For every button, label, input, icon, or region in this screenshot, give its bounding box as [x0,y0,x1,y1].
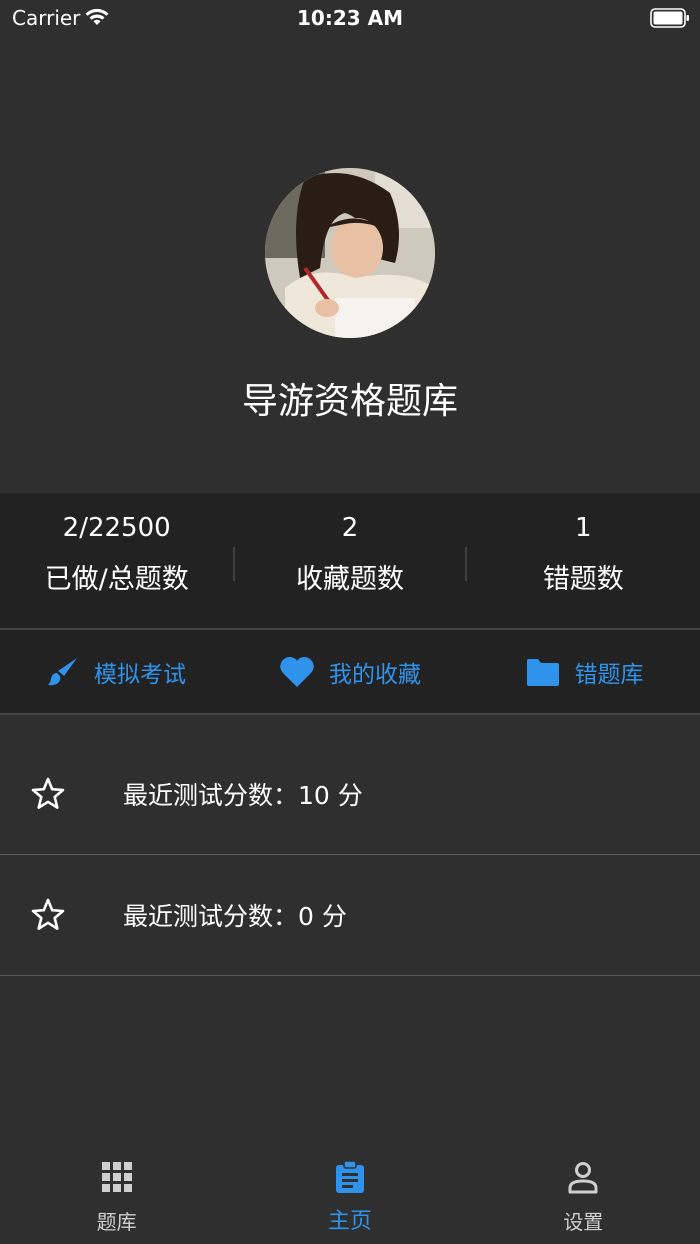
heart-icon [280,656,314,687]
tab-home[interactable]: 主页 [233,1150,466,1244]
grid-icon [101,1162,132,1192]
stat-label: 收藏题数 [295,564,404,595]
mock-exam-label: 模拟考试 [94,661,186,688]
star-icon [31,777,65,809]
stat-value: 1 [575,513,592,543]
avatar[interactable] [265,168,435,338]
stat-label: 已做/总题数 [44,564,189,595]
action-bar: 模拟考试 我的收藏 错题库 [0,630,700,713]
brush-icon [48,657,77,685]
folder-icon [526,658,559,686]
score-text: 最近测试分数：0 分 [123,902,347,931]
my-favorites-label: 我的收藏 [329,661,421,688]
score-text: 最近测试分数：10 分 [123,781,363,810]
stat-value: 2 [341,513,359,543]
status-bar: Carrier 10:23 AM [0,0,700,40]
avatar-photo [265,168,435,338]
clipboard-icon [335,1160,364,1193]
mock-exam-button[interactable]: 模拟考试 [0,630,232,713]
star-icon [31,898,65,930]
stat-value: 2/22500 [62,513,171,543]
stat-wrong[interactable]: 1 错题数 [467,493,700,628]
wrong-questions-button[interactable]: 错题库 [468,630,700,713]
stat-favorites[interactable]: 2 收藏题数 [233,493,467,628]
tab-settings[interactable]: 设置 [467,1150,700,1244]
person-icon [568,1162,598,1194]
my-favorites-button[interactable]: 我的收藏 [234,630,466,713]
app-title: 导游资格题库 [241,381,458,422]
wrong-questions-label: 错题库 [574,661,644,688]
screen: Carrier 10:23 AM 导游资格题库 2/22500 已做/总题数 2… [0,0,700,1244]
stats-panel: 2/22500 已做/总题数 2 收藏题数 1 错题数 [0,493,700,628]
tab-question-bank[interactable]: 题库 [0,1150,233,1244]
tab-bar: 题库 主页 设置 [0,1150,700,1244]
list-item[interactable]: 最近测试分数：10 分 [0,734,700,855]
stat-done-total[interactable]: 2/22500 已做/总题数 [0,493,233,628]
tab-label: 设置 [563,1210,604,1234]
clock: 10:23 AM [296,6,403,30]
tab-label: 主页 [327,1209,372,1234]
tab-label: 题库 [96,1210,137,1234]
stat-label: 错题数 [542,564,624,595]
list-item[interactable]: 最近测试分数：0 分 [0,855,700,976]
battery-icon [650,8,689,28]
